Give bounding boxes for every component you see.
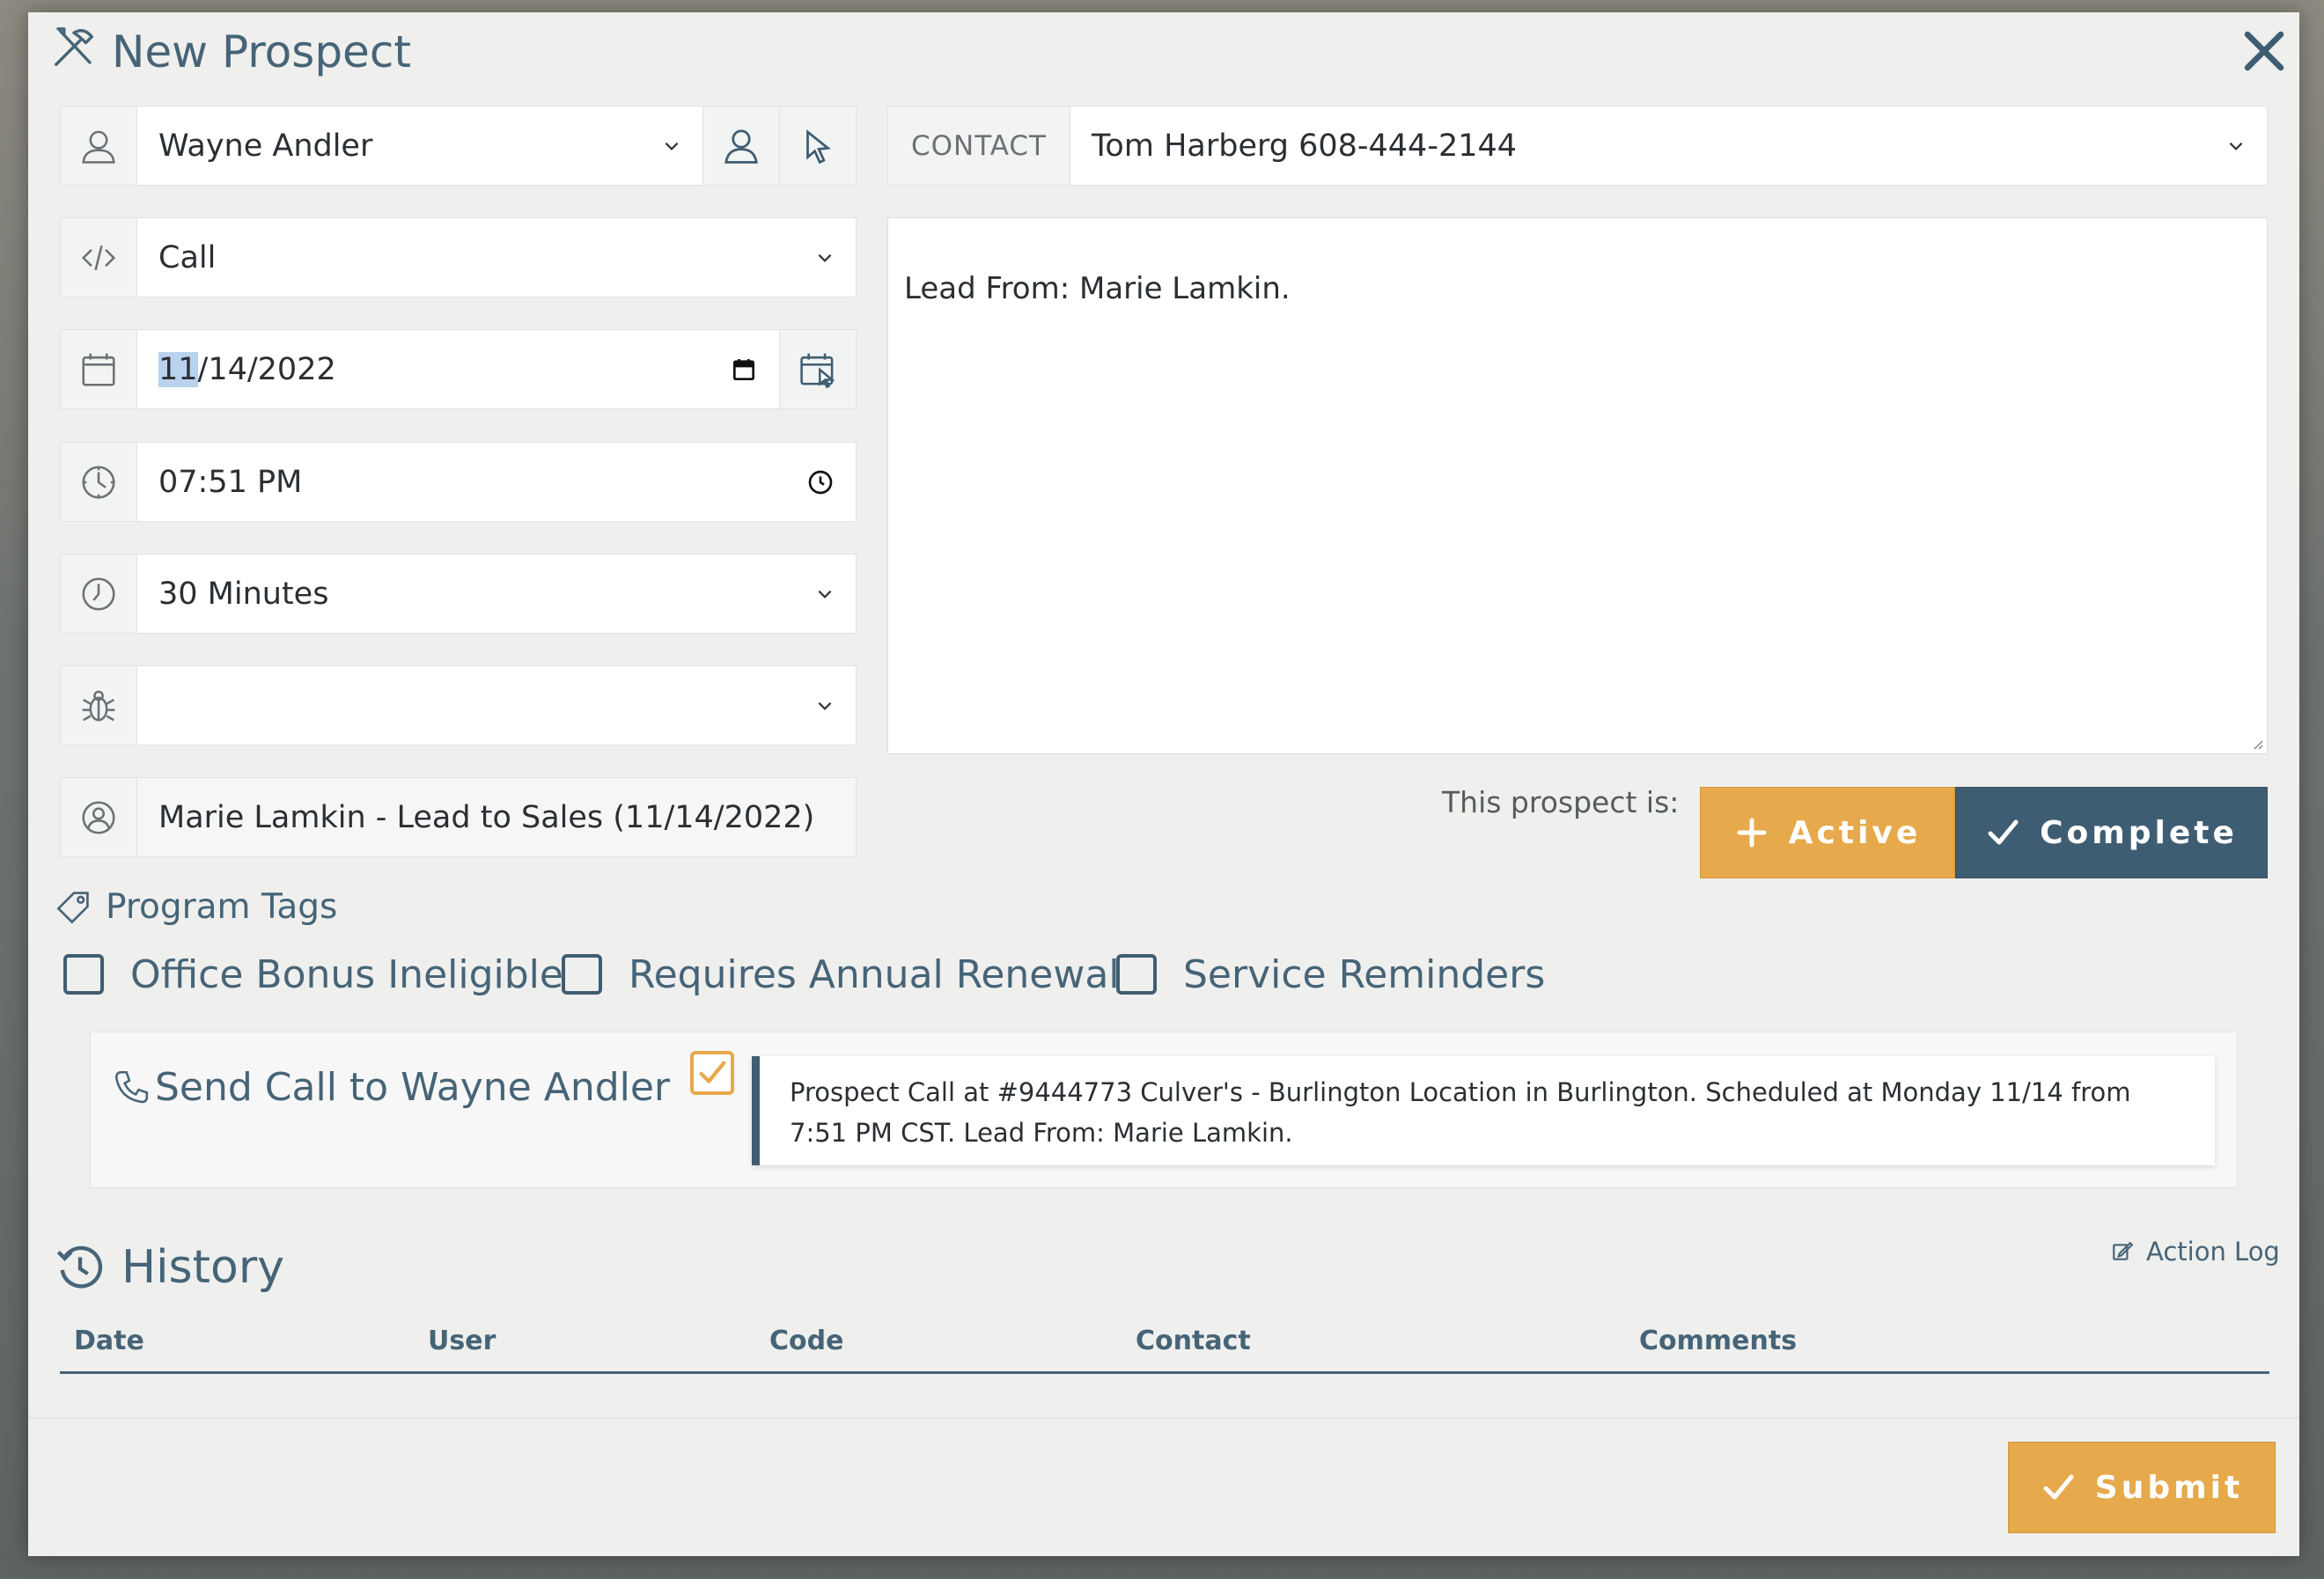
check-icon — [2043, 1474, 2074, 1500]
lead-value: Marie Lamkin - Lead to Sales (11/14/2022… — [158, 799, 815, 835]
history-icon — [56, 1245, 103, 1289]
dialog-title-text: New Prospect — [112, 26, 411, 77]
prospect-status-label: This prospect is: — [1442, 785, 1680, 819]
pointer-icon — [806, 129, 831, 164]
code-value: Call — [158, 239, 217, 275]
tag-office-bonus-ineligible[interactable]: Office Bonus Ineligible — [63, 944, 563, 1005]
tag-label: Office Bonus Ineligible — [130, 951, 563, 997]
close-button[interactable] — [2236, 23, 2292, 79]
time-picker-icon[interactable] — [806, 468, 835, 496]
submit-button[interactable]: Submit — [2008, 1442, 2276, 1533]
chevron-down-icon — [2229, 142, 2243, 151]
user-icon — [61, 106, 137, 185]
submit-label: Submit — [2094, 1469, 2244, 1506]
clock-icon — [61, 443, 137, 521]
column-header-code[interactable]: Code — [769, 1326, 843, 1356]
duration-select[interactable]: 30 Minutes — [137, 554, 856, 633]
checkbox[interactable] — [63, 954, 104, 995]
chevron-down-icon — [665, 142, 679, 151]
user-circle-icon — [61, 778, 137, 856]
tag-label: Service Reminders — [1183, 951, 1546, 997]
send-call-message: Prospect Call at #9444773 Culver's - Bur… — [752, 1056, 2215, 1165]
time-row: 07:51 PM — [60, 442, 857, 522]
lead-field: Marie Lamkin - Lead to Sales (11/14/2022… — [137, 778, 856, 856]
contact-label: CONTACT — [888, 106, 1070, 185]
chevron-down-icon — [818, 701, 832, 710]
active-label: Active — [1788, 814, 1922, 851]
bug-icon — [61, 666, 137, 745]
date-picker-icon[interactable] — [730, 356, 758, 384]
plus-icon — [1737, 818, 1767, 848]
dialog-title: New Prospect — [50, 21, 411, 83]
contact-select[interactable]: Tom Harberg 608-444-2144 — [1070, 106, 2267, 185]
date-rest-segment: /14/2022 — [197, 351, 336, 387]
select-pointer-button[interactable] — [779, 106, 856, 185]
notes-text: Lead From: Marie Lamkin. — [904, 271, 1291, 306]
active-button[interactable]: Active — [1700, 787, 1955, 878]
date-value: 11/14/2022 — [158, 351, 336, 387]
calendar-pointer-icon — [800, 353, 835, 388]
date-row: 11/14/2022 — [60, 329, 857, 409]
tag-icon — [56, 892, 89, 924]
user-outline-icon — [724, 129, 758, 164]
calendar-pick-button[interactable] — [779, 330, 856, 408]
lead-row: Marie Lamkin - Lead to Sales (11/14/2022… — [60, 777, 857, 857]
tag-requires-annual-renewal[interactable]: Requires Annual Renewal — [562, 944, 1120, 1005]
column-header-comments[interactable]: Comments — [1639, 1326, 1797, 1356]
assignee-select[interactable]: Wayne Andler — [137, 106, 702, 185]
edit-icon — [2113, 1241, 2134, 1260]
checkbox[interactable] — [1116, 954, 1157, 995]
notes-textarea[interactable]: Lead From: Marie Lamkin. — [887, 217, 2268, 754]
time-value: 07:51 PM — [158, 464, 303, 500]
complete-label: Complete — [2040, 814, 2238, 851]
duration-value: 30 Minutes — [158, 576, 329, 612]
assignee-value: Wayne Andler — [158, 128, 373, 164]
action-log-label: Action Log — [2146, 1237, 2280, 1267]
send-call-text: Send Call to Wayne Andler — [155, 1064, 671, 1110]
checkbox[interactable] — [562, 954, 602, 995]
category-select[interactable] — [137, 666, 856, 745]
stopwatch-icon — [61, 554, 137, 633]
history-title: History — [121, 1241, 284, 1294]
tools-icon — [50, 23, 98, 81]
chevron-down-icon — [818, 253, 832, 262]
time-input[interactable]: 07:51 PM — [137, 443, 856, 521]
footer-divider — [28, 1417, 2299, 1419]
action-log-link[interactable]: Action Log — [2111, 1232, 2280, 1271]
code-icon — [61, 218, 137, 297]
check-icon — [699, 1061, 726, 1083]
program-tags-heading: Program Tags — [55, 880, 337, 933]
chevron-down-icon — [818, 590, 832, 599]
history-heading: History — [55, 1232, 284, 1303]
code-row: Call — [60, 217, 857, 297]
user-lookup-button[interactable] — [702, 106, 779, 185]
phone-icon — [114, 1070, 149, 1104]
calendar-icon — [61, 330, 137, 408]
contact-value: Tom Harberg 608-444-2144 — [1092, 128, 1518, 164]
assignee-row: Wayne Andler — [60, 106, 857, 186]
send-call-label: Send Call to Wayne Andler — [113, 1056, 670, 1118]
message-text: Prospect Call at #9444773 Culver's - Bur… — [790, 1077, 2131, 1148]
complete-button[interactable]: Complete — [1955, 787, 2268, 878]
date-month-segment: 11 — [158, 351, 198, 387]
column-header-user[interactable]: User — [428, 1326, 496, 1356]
program-tags-title: Program Tags — [106, 886, 338, 927]
column-header-date[interactable]: Date — [74, 1326, 144, 1356]
send-call-checkbox[interactable] — [690, 1051, 734, 1095]
close-icon — [2244, 31, 2284, 71]
column-header-contact[interactable]: Contact — [1136, 1326, 1251, 1356]
duration-row: 30 Minutes — [60, 554, 857, 634]
contact-row: CONTACT Tom Harberg 608-444-2144 — [887, 106, 2268, 186]
check-icon — [1988, 819, 2019, 845]
category-row — [60, 665, 857, 745]
new-prospect-dialog: New Prospect Wayne Andler Call 11/14/202… — [28, 12, 2299, 1556]
tag-label: Requires Annual Renewal — [629, 951, 1120, 997]
date-input[interactable]: 11/14/2022 — [137, 330, 779, 408]
tag-service-reminders[interactable]: Service Reminders — [1116, 944, 1545, 1005]
table-header-divider — [60, 1371, 2269, 1374]
code-select[interactable]: Call — [137, 218, 856, 297]
resize-handle-icon[interactable] — [2249, 736, 2263, 750]
